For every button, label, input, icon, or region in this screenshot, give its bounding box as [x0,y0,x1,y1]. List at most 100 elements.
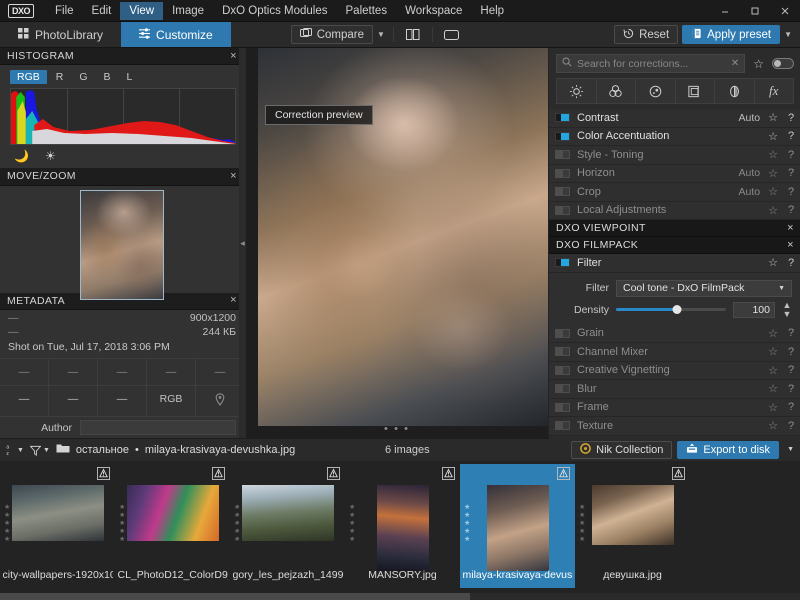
correction-row[interactable]: Color Accentuation ☆? [549,127,800,146]
geometry-category-icon[interactable] [676,79,715,103]
filter-select[interactable]: Cool tone - DxO FilmPack ▼ [616,279,792,297]
optics-module-icon[interactable] [212,467,225,483]
correction-toggle-icon[interactable] [555,384,570,394]
menu-item-view[interactable]: View [120,1,164,20]
correction-toggle-icon[interactable] [555,365,570,375]
star-icon[interactable]: ☆ [768,130,778,143]
sun-icon[interactable]: ☀ [45,149,56,163]
reset-button[interactable]: Reset [614,25,679,44]
close-icon[interactable]: × [230,295,237,306]
maximize-button[interactable] [740,0,770,22]
close-button[interactable] [770,0,800,22]
thumbnail-image[interactable] [126,485,219,541]
close-icon[interactable]: × [787,222,794,234]
star-icon[interactable]: ★ [464,528,470,535]
thumbnail-image[interactable] [591,485,674,545]
star-icon[interactable]: ★ [579,512,585,519]
filmstrip-scrollbar-thumb[interactable] [0,593,470,600]
breadcrumb-folder[interactable]: остальное [76,444,129,456]
filmstrip-scrollbar[interactable] [0,593,800,600]
star-icon[interactable]: ★ [234,504,240,511]
density-stepper[interactable]: ▲ ▼ [782,300,792,319]
correction-toggle-icon[interactable] [555,113,570,123]
tab-customize[interactable]: Customize [121,22,231,47]
help-icon[interactable]: ? [787,364,795,376]
star-icon[interactable]: ☆ [768,256,778,269]
help-icon[interactable]: ? [787,112,795,124]
star-icon[interactable]: ★ [234,520,240,527]
star-icon[interactable]: ☆ [768,345,778,358]
star-icon[interactable]: ★ [119,536,125,543]
favorites-filter-icon[interactable]: ☆ [753,57,764,71]
toggle-switch-icon[interactable] [772,58,794,69]
correction-row[interactable]: Channel Mixer ☆? [549,343,800,362]
star-icon[interactable]: ★ [464,536,470,543]
density-slider[interactable] [616,304,726,316]
local-category-icon[interactable] [715,79,755,103]
correction-toggle-icon[interactable] [555,258,570,268]
star-icon[interactable]: ★ [119,520,125,527]
menu-item-edit[interactable]: Edit [83,2,121,20]
apply-preset-button[interactable]: Apply preset [682,25,781,44]
filmstrip-item[interactable]: ★ ★ ★ ★ ★ MANSORY.jpg [345,464,460,588]
star-icon[interactable]: ★ [349,528,355,535]
star-icon[interactable]: ★ [464,512,470,519]
correction-toggle-icon[interactable] [555,131,570,141]
help-icon[interactable]: ? [787,204,795,216]
image-viewer[interactable]: Correction preview • • • [246,48,548,438]
help-icon[interactable]: ? [787,149,795,161]
section-header[interactable]: DXO VIEWPOINT × [549,220,800,237]
help-icon[interactable]: ? [787,327,795,339]
star-icon[interactable]: ★ [4,536,10,543]
filmstrip-item[interactable]: ★★★★★city-wallpapers-1920x108... [0,464,115,588]
star-icon[interactable]: ★ [349,512,355,519]
correction-toggle-icon[interactable] [555,347,570,357]
rating-stars[interactable]: ★ ★ ★ ★ ★ [579,504,585,543]
filmstrip-item[interactable]: ★★★★★milaya-krasivaya-devushk... [460,464,575,588]
search-input[interactable] [577,57,726,70]
correction-toggle-icon[interactable] [555,205,570,215]
correction-toggle-icon[interactable] [555,402,570,412]
star-icon[interactable]: ★ [119,528,125,535]
optics-module-icon[interactable] [442,467,455,483]
clear-x-icon[interactable]: ✕ [731,58,739,69]
tab-photolibrary[interactable]: PhotoLibrary [0,22,121,47]
menu-item-dxo-optics-modules[interactable]: DxO Optics Modules [213,2,336,20]
search-box[interactable]: ✕ [556,54,746,73]
optics-module-icon[interactable] [327,467,340,483]
star-icon[interactable]: ☆ [768,204,778,217]
help-icon[interactable]: ? [787,401,795,413]
menu-item-help[interactable]: Help [471,2,513,20]
minimize-button[interactable] [710,0,740,22]
compare-dropdown-caret[interactable]: ▼ [373,22,389,47]
star-icon[interactable]: ★ [464,504,470,511]
histogram-tab-g[interactable]: G [72,70,94,84]
star-icon[interactable]: ★ [579,520,585,527]
histogram-tab-r[interactable]: R [49,70,71,84]
star-icon[interactable]: ☆ [768,419,778,432]
histogram-tab-rgb[interactable]: RGB [10,70,47,85]
star-icon[interactable]: ☆ [768,401,778,414]
correction-row[interactable]: Horizon Auto ☆? [549,164,800,183]
rating-stars[interactable]: ★ ★ ★ ★ ★ [119,504,125,543]
density-value[interactable]: 100 [733,301,775,318]
menu-item-image[interactable]: Image [163,2,213,20]
menu-item-file[interactable]: File [46,2,83,20]
optics-module-icon[interactable] [672,467,685,483]
help-icon[interactable]: ? [787,257,795,269]
viewer-handle-dots[interactable]: • • • [384,423,410,435]
star-icon[interactable]: ★ [579,504,585,511]
correction-row[interactable]: Texture ☆? [549,417,800,436]
moon-icon[interactable]: 🌙 [14,149,29,163]
menu-item-workspace[interactable]: Workspace [396,2,471,20]
apply-preset-caret[interactable]: ▼ [780,22,796,47]
correction-auto-label[interactable]: Auto [739,112,761,124]
star-icon[interactable]: ☆ [768,364,778,377]
close-icon[interactable]: × [230,50,237,62]
correction-toggle-icon[interactable] [555,328,570,338]
light-category-icon[interactable] [557,79,597,103]
star-icon[interactable]: ★ [349,520,355,527]
help-icon[interactable]: ? [787,420,795,432]
correction-row[interactable]: Frame ☆? [549,398,800,417]
star-icon[interactable]: ☆ [768,167,778,180]
